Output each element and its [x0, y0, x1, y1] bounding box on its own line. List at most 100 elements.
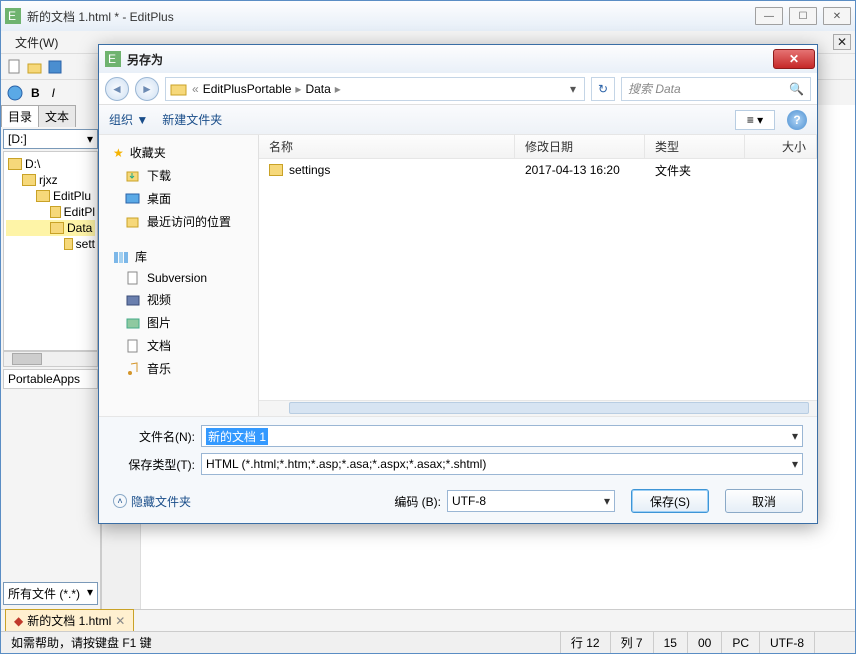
- organize-menu[interactable]: 组织 ▼: [109, 111, 148, 128]
- window-title: 新的文档 1.html * - EditPlus: [27, 8, 755, 25]
- open-file-icon[interactable]: [27, 59, 43, 75]
- sidebar-pictures[interactable]: 图片: [103, 311, 254, 334]
- tree-item[interactable]: EditPlu: [6, 188, 95, 204]
- sidebar-downloads[interactable]: 下载: [103, 164, 254, 187]
- new-file-icon[interactable]: [7, 59, 23, 75]
- filetype-combo[interactable]: HTML (*.html;*.htm;*.asp;*.asa;*.aspx;*.…: [201, 453, 803, 475]
- chevron-left-icon: «: [190, 82, 201, 96]
- col-name[interactable]: 名称: [259, 135, 515, 158]
- help-button[interactable]: ?: [787, 110, 807, 130]
- app-icon: E: [5, 8, 21, 24]
- directory-panel: 目录 文本 [D:] ▾ D:\ rjxz EditPlu EditPl Data…: [1, 105, 101, 609]
- italic-button[interactable]: I: [48, 86, 59, 100]
- tree-item[interactable]: rjxz: [6, 172, 95, 188]
- hide-folders-toggle[interactable]: ˄ 隐藏文件夹: [113, 493, 191, 510]
- desktop-icon: [125, 192, 141, 206]
- video-icon: [125, 293, 141, 307]
- tab-text[interactable]: 文本: [38, 105, 76, 127]
- dialog-toolbar: 组织 ▼ 新建文件夹 ≡ ▾ ?: [99, 105, 817, 135]
- breadcrumb-seg[interactable]: Data: [305, 82, 330, 96]
- nav-forward-button[interactable]: ►: [135, 77, 159, 101]
- folder-icon: [50, 206, 61, 218]
- sidebar-documents[interactable]: 文档: [103, 334, 254, 357]
- sidebar-subversion[interactable]: Subversion: [103, 268, 254, 288]
- close-button[interactable]: ✕: [823, 7, 851, 25]
- breadcrumb[interactable]: « EditPlusPortable ▸ Data ▸ ▾: [165, 77, 585, 101]
- chevron-up-icon: ˄: [113, 494, 127, 508]
- search-input[interactable]: 搜索 Data 🔍: [621, 77, 811, 101]
- menu-file[interactable]: 文件(W): [9, 32, 64, 53]
- breadcrumb-seg[interactable]: EditPlusPortable: [203, 82, 292, 96]
- tree-item[interactable]: sett: [6, 236, 95, 252]
- save-as-dialog: E 另存为 ✕ ◄ ► « EditPlusPortable ▸ Data ▸ …: [98, 44, 818, 524]
- folder-icon: [8, 158, 22, 170]
- folder-icon: [22, 174, 36, 186]
- filename-input[interactable]: 新的文档 1 ▾: [201, 425, 803, 447]
- breadcrumb-dropdown[interactable]: ▾: [566, 82, 580, 96]
- file-row[interactable]: settings 2017-04-13 16:20 文件夹: [259, 159, 817, 181]
- save-icon[interactable]: [47, 59, 63, 75]
- drive-combo[interactable]: [D:] ▾: [3, 129, 98, 149]
- bold-button[interactable]: B: [27, 86, 44, 100]
- chevron-right-icon: ▸: [293, 82, 303, 96]
- dialog-body: ★收藏夹 下载 桌面 最近访问的位置 库 Subversion 视频 图片 文档…: [99, 135, 817, 416]
- document-tab-label: 新的文档 1.html: [27, 612, 111, 629]
- encoding-combo[interactable]: UTF-8 ▾: [447, 490, 615, 512]
- maximize-button[interactable]: ☐: [789, 7, 817, 25]
- close-tab-icon[interactable]: ✕: [115, 614, 125, 628]
- sidebar-desktop[interactable]: 桌面: [103, 187, 254, 210]
- chevron-down-icon[interactable]: ▾: [792, 429, 798, 443]
- sidebar-libraries[interactable]: 库: [103, 245, 254, 268]
- status-encoding: UTF-8: [760, 632, 815, 653]
- nav-back-button[interactable]: ◄: [105, 77, 129, 101]
- status-n1: 15: [654, 632, 688, 653]
- folder-tree[interactable]: D:\ rjxz EditPlu EditPl Data sett: [3, 151, 98, 351]
- main-titlebar[interactable]: E 新的文档 1.html * - EditPlus — ☐ ✕: [1, 1, 855, 31]
- dialog-nav: ◄ ► « EditPlusPortable ▸ Data ▸ ▾ ↻ 搜索 D…: [99, 73, 817, 105]
- minimize-button[interactable]: —: [755, 7, 783, 25]
- search-icon[interactable]: 🔍: [789, 82, 804, 96]
- tree-hscrollbar[interactable]: [3, 351, 98, 367]
- star-icon: ★: [113, 146, 124, 160]
- sidebar-music[interactable]: 音乐: [103, 357, 254, 380]
- encoding-label: 编码 (B):: [394, 493, 441, 510]
- dialog-titlebar[interactable]: E 另存为 ✕: [99, 45, 817, 73]
- document-tab[interactable]: ◆ 新的文档 1.html ✕: [5, 609, 134, 632]
- svg-text:E: E: [108, 52, 116, 66]
- chevron-down-icon: ▾: [87, 132, 93, 146]
- cancel-button[interactable]: 取消: [725, 489, 803, 513]
- filetype-value: HTML (*.html;*.htm;*.asp;*.asa;*.aspx;*.…: [206, 457, 486, 471]
- browser-icon[interactable]: [7, 85, 23, 101]
- mdi-close-button[interactable]: ✕: [833, 34, 851, 50]
- sidebar-favorites[interactable]: ★收藏夹: [103, 141, 254, 164]
- portableapps-label: PortableApps: [3, 369, 98, 389]
- col-size[interactable]: 大小: [745, 135, 817, 158]
- save-button[interactable]: 保存(S): [631, 489, 709, 513]
- tree-item-selected[interactable]: Data: [6, 220, 95, 236]
- folder-icon: [50, 222, 64, 234]
- tab-directory[interactable]: 目录: [1, 105, 39, 127]
- drive-label: [D:]: [8, 132, 27, 146]
- sidebar-recent[interactable]: 最近访问的位置: [103, 210, 254, 233]
- filter-label: 所有文件 (*.*): [8, 585, 80, 602]
- file-list-hscrollbar[interactable]: [259, 400, 817, 416]
- filename-label: 文件名(N):: [113, 428, 201, 445]
- tree-item[interactable]: D:\: [6, 156, 95, 172]
- refresh-button[interactable]: ↻: [591, 77, 615, 101]
- folder-icon: [170, 81, 188, 97]
- document-icon: [125, 271, 141, 285]
- file-type: 文件夹: [645, 162, 745, 179]
- new-folder-button[interactable]: 新建文件夹: [162, 111, 222, 128]
- folder-icon: [64, 238, 73, 250]
- sidebar-videos[interactable]: 视频: [103, 288, 254, 311]
- tree-item[interactable]: EditPl: [6, 204, 95, 220]
- column-headers[interactable]: 名称 修改日期 类型 大小: [259, 135, 817, 159]
- col-type[interactable]: 类型: [645, 135, 745, 158]
- dialog-close-button[interactable]: ✕: [773, 49, 815, 69]
- chevron-down-icon[interactable]: ▾: [604, 494, 610, 508]
- file-filter-combo[interactable]: 所有文件 (*.*)▾: [3, 582, 98, 605]
- view-mode-button[interactable]: ≡ ▾: [735, 110, 775, 130]
- chevron-down-icon[interactable]: ▾: [792, 457, 798, 471]
- col-date[interactable]: 修改日期: [515, 135, 645, 158]
- document-tabs: ◆ 新的文档 1.html ✕: [1, 609, 855, 631]
